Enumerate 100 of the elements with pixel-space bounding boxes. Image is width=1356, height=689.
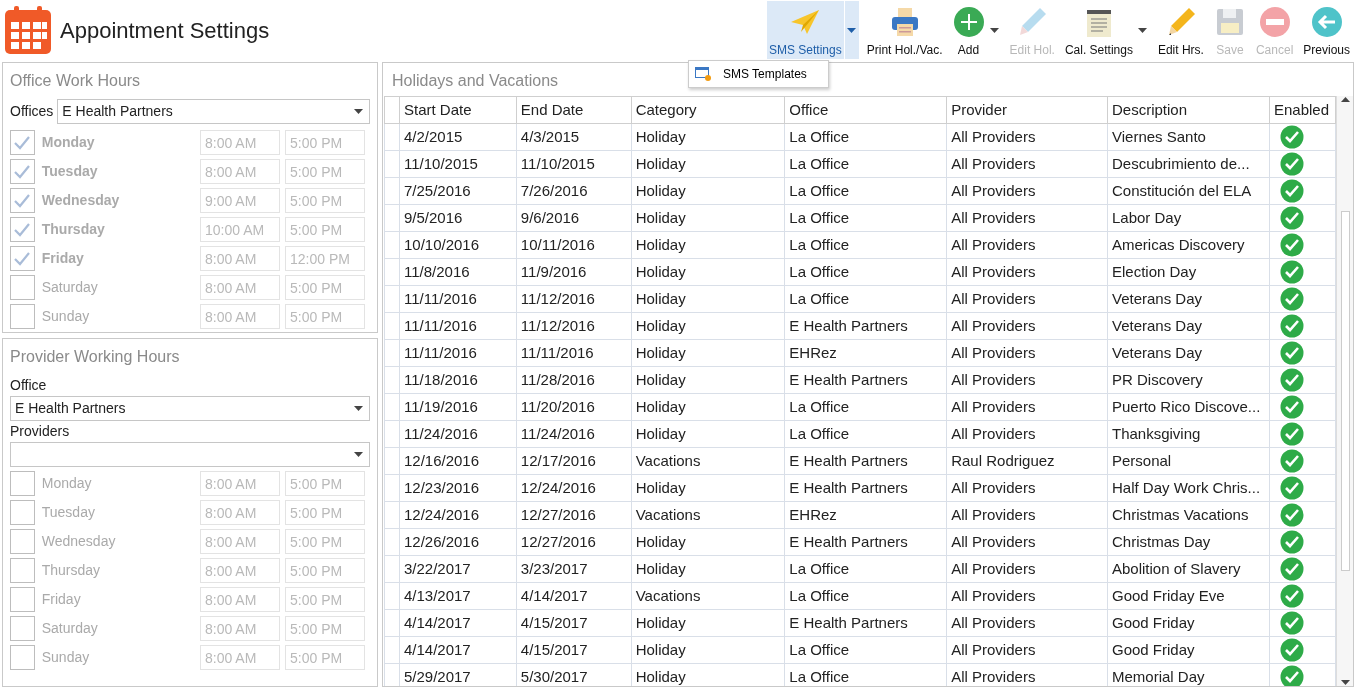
toolbar-button[interactable]: SMS Settings bbox=[767, 1, 844, 59]
checkbox[interactable] bbox=[10, 558, 35, 583]
caret-icon bbox=[354, 406, 363, 411]
checkbox[interactable] bbox=[10, 587, 35, 612]
table-cell: 12/24/2016 bbox=[516, 474, 632, 502]
table-cell: Descubrimiento de... bbox=[1107, 150, 1270, 178]
table-cell: 11/11/2016 bbox=[399, 312, 517, 340]
table-cell: 10/10/2016 bbox=[399, 231, 517, 259]
column-header[interactable]: Description bbox=[1107, 96, 1270, 124]
checkbox[interactable] bbox=[10, 130, 35, 155]
table-cell: All Providers bbox=[946, 420, 1108, 448]
table-cell: All Providers bbox=[946, 393, 1108, 421]
table-cell: 12/27/2016 bbox=[516, 528, 632, 556]
table-cell: 4/2/2015 bbox=[399, 123, 517, 151]
toolbar-button[interactable]: Print Hol./Vac. bbox=[864, 1, 945, 59]
checkbox[interactable] bbox=[10, 188, 35, 213]
table-cell: La Office bbox=[784, 285, 947, 313]
cancel-icon bbox=[1258, 6, 1291, 38]
table-cell: E Health Partners bbox=[784, 474, 947, 502]
table-cell: Vacations bbox=[631, 447, 785, 475]
table-cell: Raul Rodriguez bbox=[946, 447, 1108, 475]
column-header[interactable]: Provider bbox=[946, 96, 1108, 124]
column-header[interactable]: Start Date bbox=[399, 96, 517, 124]
table-cell: Abolition of Slavery bbox=[1107, 555, 1270, 583]
table-cell: All Providers bbox=[946, 231, 1108, 259]
checkbox[interactable] bbox=[10, 246, 35, 271]
column-header[interactable]: End Date bbox=[516, 96, 632, 124]
checkmark-icon bbox=[14, 164, 31, 179]
table-cell: E Health Partners bbox=[784, 609, 947, 637]
table-cell: Holiday bbox=[631, 636, 785, 664]
table-cell: Veterans Day bbox=[1107, 285, 1270, 313]
day-label: Thursday bbox=[41, 220, 106, 239]
panel-title: Provider Working Hours bbox=[10, 347, 181, 367]
table-cell: Holiday bbox=[631, 285, 785, 313]
table-cell: Holiday bbox=[631, 393, 785, 421]
table-cell: All Providers bbox=[946, 339, 1108, 367]
toolbar-button[interactable]: Edit Hrs. bbox=[1155, 1, 1206, 59]
checkbox[interactable] bbox=[10, 217, 35, 242]
table-cell: All Providers bbox=[946, 366, 1108, 394]
checkbox[interactable] bbox=[10, 500, 35, 525]
select-field[interactable] bbox=[10, 442, 370, 467]
table-cell: 7/26/2016 bbox=[516, 177, 632, 205]
table-cell: 11/11/2016 bbox=[399, 285, 517, 313]
table-cell: E Health Partners bbox=[784, 312, 947, 340]
select-field[interactable]: E Health Partners bbox=[57, 99, 370, 124]
day-label: Monday bbox=[41, 133, 96, 152]
checkbox[interactable] bbox=[10, 645, 35, 670]
table-cell: All Providers bbox=[946, 123, 1108, 151]
checkbox[interactable] bbox=[10, 159, 35, 184]
table-cell: 4/3/2015 bbox=[516, 123, 632, 151]
table-cell: 4/14/2017 bbox=[399, 636, 517, 664]
plus-icon bbox=[952, 6, 985, 38]
column-header[interactable]: Enabled bbox=[1269, 96, 1336, 124]
table-cell: Holiday bbox=[631, 204, 785, 232]
day-label: Saturday bbox=[41, 278, 99, 297]
day-label: Friday bbox=[41, 590, 82, 609]
checkbox[interactable] bbox=[10, 275, 35, 300]
table-cell: 12/24/2016 bbox=[399, 501, 517, 529]
checkbox[interactable] bbox=[10, 471, 35, 496]
table-cell: 9/5/2016 bbox=[399, 204, 517, 232]
table-cell: Holiday bbox=[631, 420, 785, 448]
table-cell: EHRez bbox=[784, 501, 947, 529]
column-header[interactable]: Category bbox=[631, 96, 785, 124]
toolbar-button[interactable]: Cal. Settings bbox=[1062, 1, 1135, 59]
day-label: Wednesday bbox=[41, 532, 117, 551]
table-cell: La Office bbox=[784, 582, 947, 610]
field-label: Offices bbox=[10, 102, 54, 121]
table-cell: Thanksgiving bbox=[1107, 420, 1270, 448]
table-cell: All Providers bbox=[946, 204, 1108, 232]
table-cell: Holiday bbox=[631, 555, 785, 583]
checkbox[interactable] bbox=[10, 529, 35, 554]
column-header[interactable]: Office bbox=[784, 96, 947, 124]
toolbar-button[interactable]: Add bbox=[950, 1, 987, 59]
table-cell: 11/28/2016 bbox=[516, 366, 632, 394]
table-cell: Vacations bbox=[631, 501, 785, 529]
table-cell: Americas Discovery bbox=[1107, 231, 1270, 259]
table-cell: Good Friday bbox=[1107, 636, 1270, 664]
scrollbar[interactable] bbox=[1336, 96, 1353, 686]
table-cell: PR Discovery bbox=[1107, 366, 1270, 394]
table-cell: All Providers bbox=[946, 177, 1108, 205]
dropdown-caret[interactable] bbox=[844, 1, 859, 59]
day-label: Tuesday bbox=[41, 503, 96, 522]
checkbox[interactable] bbox=[10, 304, 35, 329]
menu-item[interactable]: SMS Templates bbox=[689, 61, 828, 87]
table-cell: 11/12/2016 bbox=[516, 312, 632, 340]
toolbar-button[interactable]: Previous bbox=[1301, 1, 1352, 59]
table-cell: E Health Partners bbox=[784, 528, 947, 556]
table-cell: 4/14/2017 bbox=[516, 582, 632, 610]
table-cell: 11/24/2016 bbox=[516, 420, 632, 448]
day-label: Thursday bbox=[41, 561, 102, 580]
table-cell: Good Friday Eve bbox=[1107, 582, 1270, 610]
caret-icon bbox=[354, 109, 363, 114]
select-field[interactable]: E Health Partners bbox=[10, 396, 370, 421]
table-cell: EHRez bbox=[784, 339, 947, 367]
table-cell: 9/6/2016 bbox=[516, 204, 632, 232]
field-label: Providers bbox=[10, 422, 71, 441]
table-cell: Good Friday bbox=[1107, 609, 1270, 637]
checkbox[interactable] bbox=[10, 616, 35, 641]
table-cell: Veterans Day bbox=[1107, 339, 1270, 367]
caret-icon bbox=[354, 452, 363, 457]
